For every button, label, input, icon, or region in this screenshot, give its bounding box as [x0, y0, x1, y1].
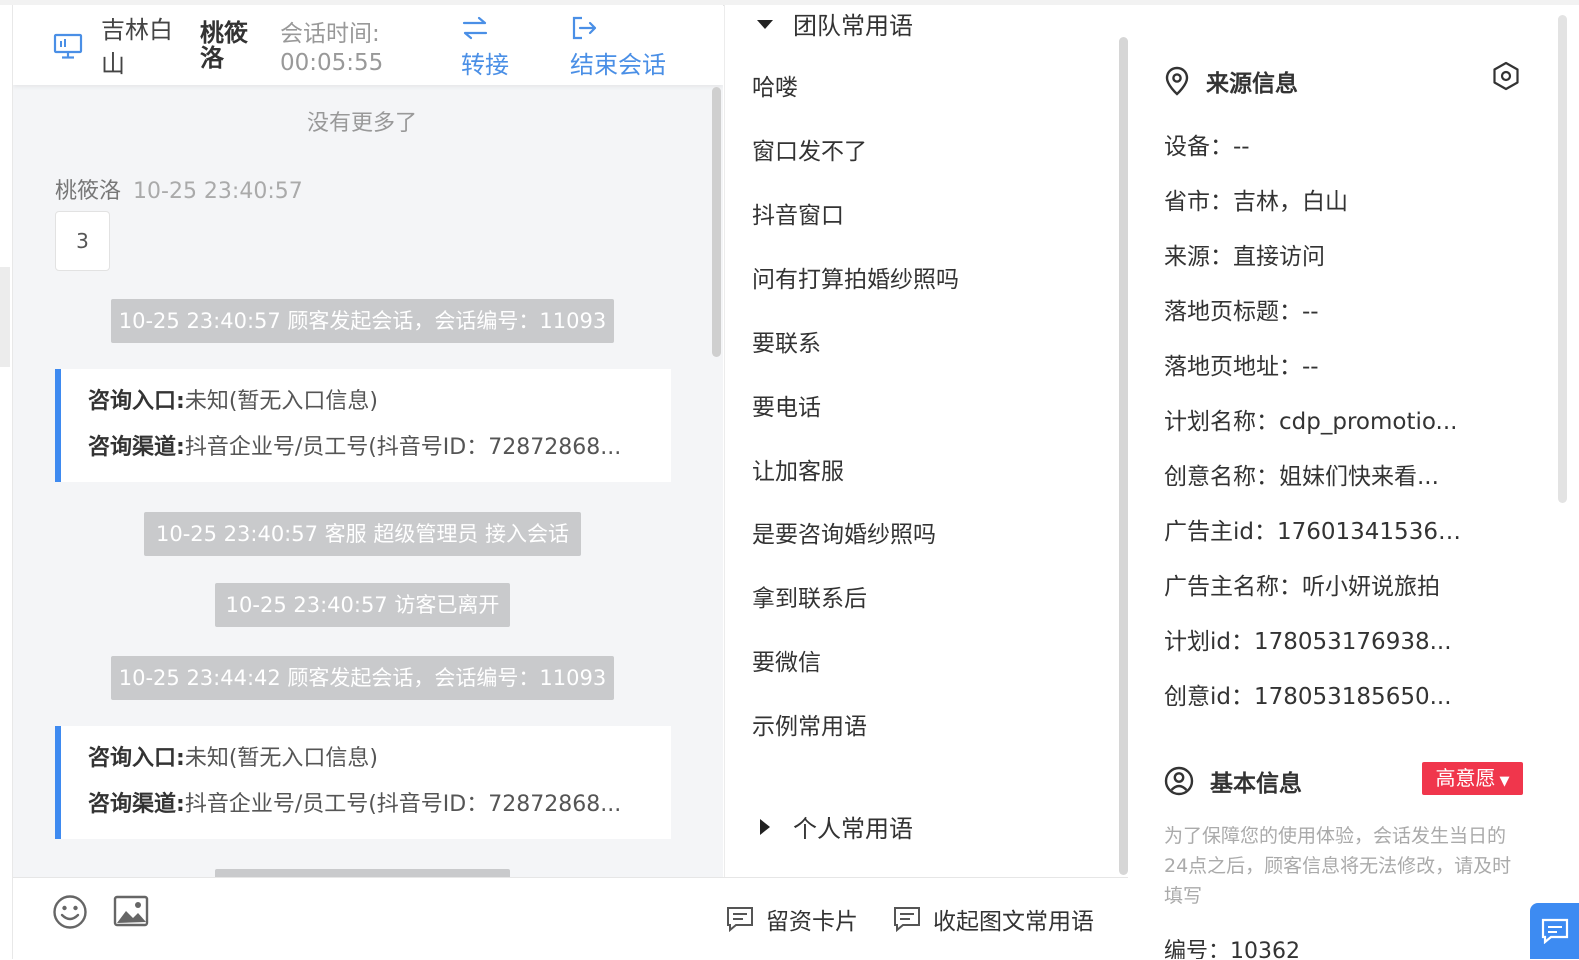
info-row-advertiser-id: 广告主id：176013415361...: [1164, 519, 1464, 545]
channel-value: 抖音企业号/员工号(抖音号ID：72872868...: [184, 435, 622, 460]
chat-bubble-icon: [1541, 918, 1568, 944]
entry-label: 咨询入口:: [88, 746, 185, 771]
caret-down-icon: [757, 19, 773, 29]
info-row-landing-url: 落地页地址：--: [1164, 354, 1319, 380]
caret-right-icon: [760, 818, 770, 835]
user-circle-icon: [1164, 766, 1194, 796]
consult-info-card: 咨询入口:未知(暂无入口信息) 咨询渠道:抖音企业号/员工号(抖音号ID：728…: [55, 726, 671, 839]
channel-value: 抖音企业号/员工号(抖音号ID：72872868...: [184, 792, 622, 817]
phrases-scrollbar[interactable]: [1119, 37, 1128, 875]
message-sender: 桃筱洛: [55, 179, 122, 204]
phrase-item[interactable]: 示例常用语: [752, 707, 867, 741]
message-meta: 桃筱洛 10-25 23:40:57: [55, 173, 303, 205]
channel-label: 咨询渠道:: [88, 792, 185, 817]
entry-value: 未知(暂无入口信息): [184, 389, 378, 414]
source-info-title: 来源信息: [1164, 64, 1298, 98]
info-row-advertiser-name: 广告主名称：听小妍说旅拍: [1164, 574, 1440, 600]
info-row-device: 设备：--: [1164, 134, 1250, 160]
chat-header: 吉林白山 桃筱洛 会话时间: 00:05:55 转接 结束会话: [13, 5, 723, 85]
system-message: 10-25 23:44:42 顾客发起会话，会话编号：11093: [111, 656, 614, 700]
intent-level-value: 高意愿: [1435, 766, 1496, 790]
phrase-item[interactable]: 哈喽: [752, 68, 798, 102]
personal-phrases-group[interactable]: 个人常用语: [755, 809, 913, 844]
message-icon: [894, 907, 920, 932]
message-time: 10-25 23:40:57: [133, 179, 303, 204]
customer-info-panel: 来源信息 设备：-- 省市：吉林，白山 来源：直接访问 落地页标题：-- 落地页…: [1129, 5, 1579, 959]
customer-number: 编号：10362: [1164, 939, 1300, 959]
team-phrases-label: 团队常用语: [793, 12, 913, 40]
basic-info-title: 基本信息: [1164, 764, 1302, 798]
left-edge-strip: [0, 5, 13, 959]
lead-card-label: 留资卡片: [766, 909, 858, 935]
lead-card-button[interactable]: 留资卡片: [726, 902, 858, 936]
consult-entry-row: 咨询入口:未知(暂无入口信息): [88, 379, 671, 425]
entry-label: 咨询入口:: [88, 389, 185, 414]
logout-icon: [572, 16, 597, 40]
transfer-icon: [462, 16, 488, 40]
phrase-item[interactable]: 要电话: [752, 388, 821, 422]
caret-down-icon: ▼: [1499, 774, 1510, 789]
info-row-creative-name: 创意名称：姐妹们快来看...: [1164, 464, 1439, 490]
system-message: 10-25 23:40:57 访客已离开: [215, 583, 510, 627]
info-row-plan-name: 计划名称：cdp_promotio...: [1164, 409, 1458, 435]
end-session-label: 结束会话: [570, 51, 666, 79]
info-scrollbar[interactable]: [1558, 15, 1567, 503]
transfer-label: 转接: [461, 51, 509, 79]
phrase-item[interactable]: 要联系: [752, 324, 821, 358]
collapse-phrases-label: 收起图文常用语: [933, 909, 1094, 935]
left-edge-handle[interactable]: [0, 267, 10, 367]
intent-level-dropdown[interactable]: 高意愿 ▼: [1422, 762, 1523, 795]
entry-value: 未知(暂无入口信息): [184, 746, 378, 771]
image-icon[interactable]: [113, 894, 149, 930]
end-session-button[interactable]: 结束会话: [570, 15, 666, 80]
consult-channel-row: 咨询渠道:抖音企业号/员工号(抖音号ID：72872868...: [88, 782, 671, 828]
info-row-source: 来源：直接访问: [1164, 244, 1325, 270]
personal-phrases-label: 个人常用语: [793, 815, 913, 843]
desktop-icon: [53, 33, 83, 59]
phrase-item[interactable]: 要微信: [752, 643, 821, 677]
consult-info-card: 咨询入口:未知(暂无入口信息) 咨询渠道:抖音企业号/员工号(抖音号ID：728…: [55, 369, 671, 482]
phrases-panel: 团队常用语 哈喽 窗口发不了 抖音窗口 问有打算拍婚纱照吗 要联系 要电话 让加…: [724, 5, 1130, 877]
settings-icon[interactable]: [1491, 61, 1521, 91]
location-pin-icon: [1165, 66, 1189, 96]
phrase-item[interactable]: 拿到联系后: [752, 579, 867, 613]
chat-panel: 吉林白山 桃筱洛 会话时间: 00:05:55 转接 结束会话 没有更多了 桃筱…: [13, 5, 723, 877]
channel-label: 咨询渠道:: [88, 435, 185, 460]
visitor-location: 吉林白山: [101, 16, 173, 78]
info-row-creative-id: 创意id：178053185650...: [1164, 684, 1452, 710]
phrase-item[interactable]: 抖音窗口: [752, 196, 844, 230]
no-more-messages: 没有更多了: [306, 111, 417, 136]
info-row-landing-title: 落地页标题：--: [1164, 299, 1319, 325]
chat-toolbar: 留资卡片 收起图文常用语: [13, 877, 1128, 960]
phrase-item[interactable]: 是要咨询婚纱照吗: [752, 515, 936, 549]
phrase-item[interactable]: 问有打算拍婚纱照吗: [752, 260, 959, 294]
phrase-item[interactable]: 窗口发不了: [752, 132, 867, 166]
transfer-button[interactable]: 转接: [461, 15, 509, 80]
message-card-icon: [727, 907, 753, 932]
visitor-name: 桃筱洛: [200, 19, 248, 72]
system-message-partial: [215, 869, 510, 877]
system-message: 10-25 23:40:57 客服 超级管理员 接入会话: [144, 512, 581, 556]
consult-entry-row: 咨询入口:未知(暂无入口信息): [88, 736, 671, 782]
collapse-phrases-button[interactable]: 收起图文常用语: [893, 902, 1094, 936]
basic-info-label: 基本信息: [1210, 771, 1302, 797]
session-time-label: 会话时间:: [280, 21, 380, 47]
info-row-province: 省市：吉林，白山: [1164, 189, 1348, 215]
floating-chat-button[interactable]: [1530, 903, 1579, 959]
consult-channel-row: 咨询渠道:抖音企业号/员工号(抖音号ID：72872868...: [88, 425, 671, 471]
chat-scrollbar[interactable]: [712, 87, 721, 357]
phrase-item[interactable]: 让加客服: [752, 452, 844, 486]
info-row-plan-id: 计划id：178053176938...: [1164, 629, 1452, 655]
message-bubble: 3: [55, 211, 110, 271]
info-edit-notice: 为了保障您的使用体验，会话发生当日的24点之后，顾客信息将无法修改，请及时填写: [1164, 825, 1512, 907]
source-info-label: 来源信息: [1206, 71, 1298, 97]
system-message: 10-25 23:40:57 顾客发起会话，会话编号：11093: [111, 299, 614, 343]
team-phrases-group[interactable]: 团队常用语: [755, 6, 913, 41]
session-time: 00:05:55: [280, 50, 384, 76]
smiley-icon[interactable]: [52, 894, 88, 930]
